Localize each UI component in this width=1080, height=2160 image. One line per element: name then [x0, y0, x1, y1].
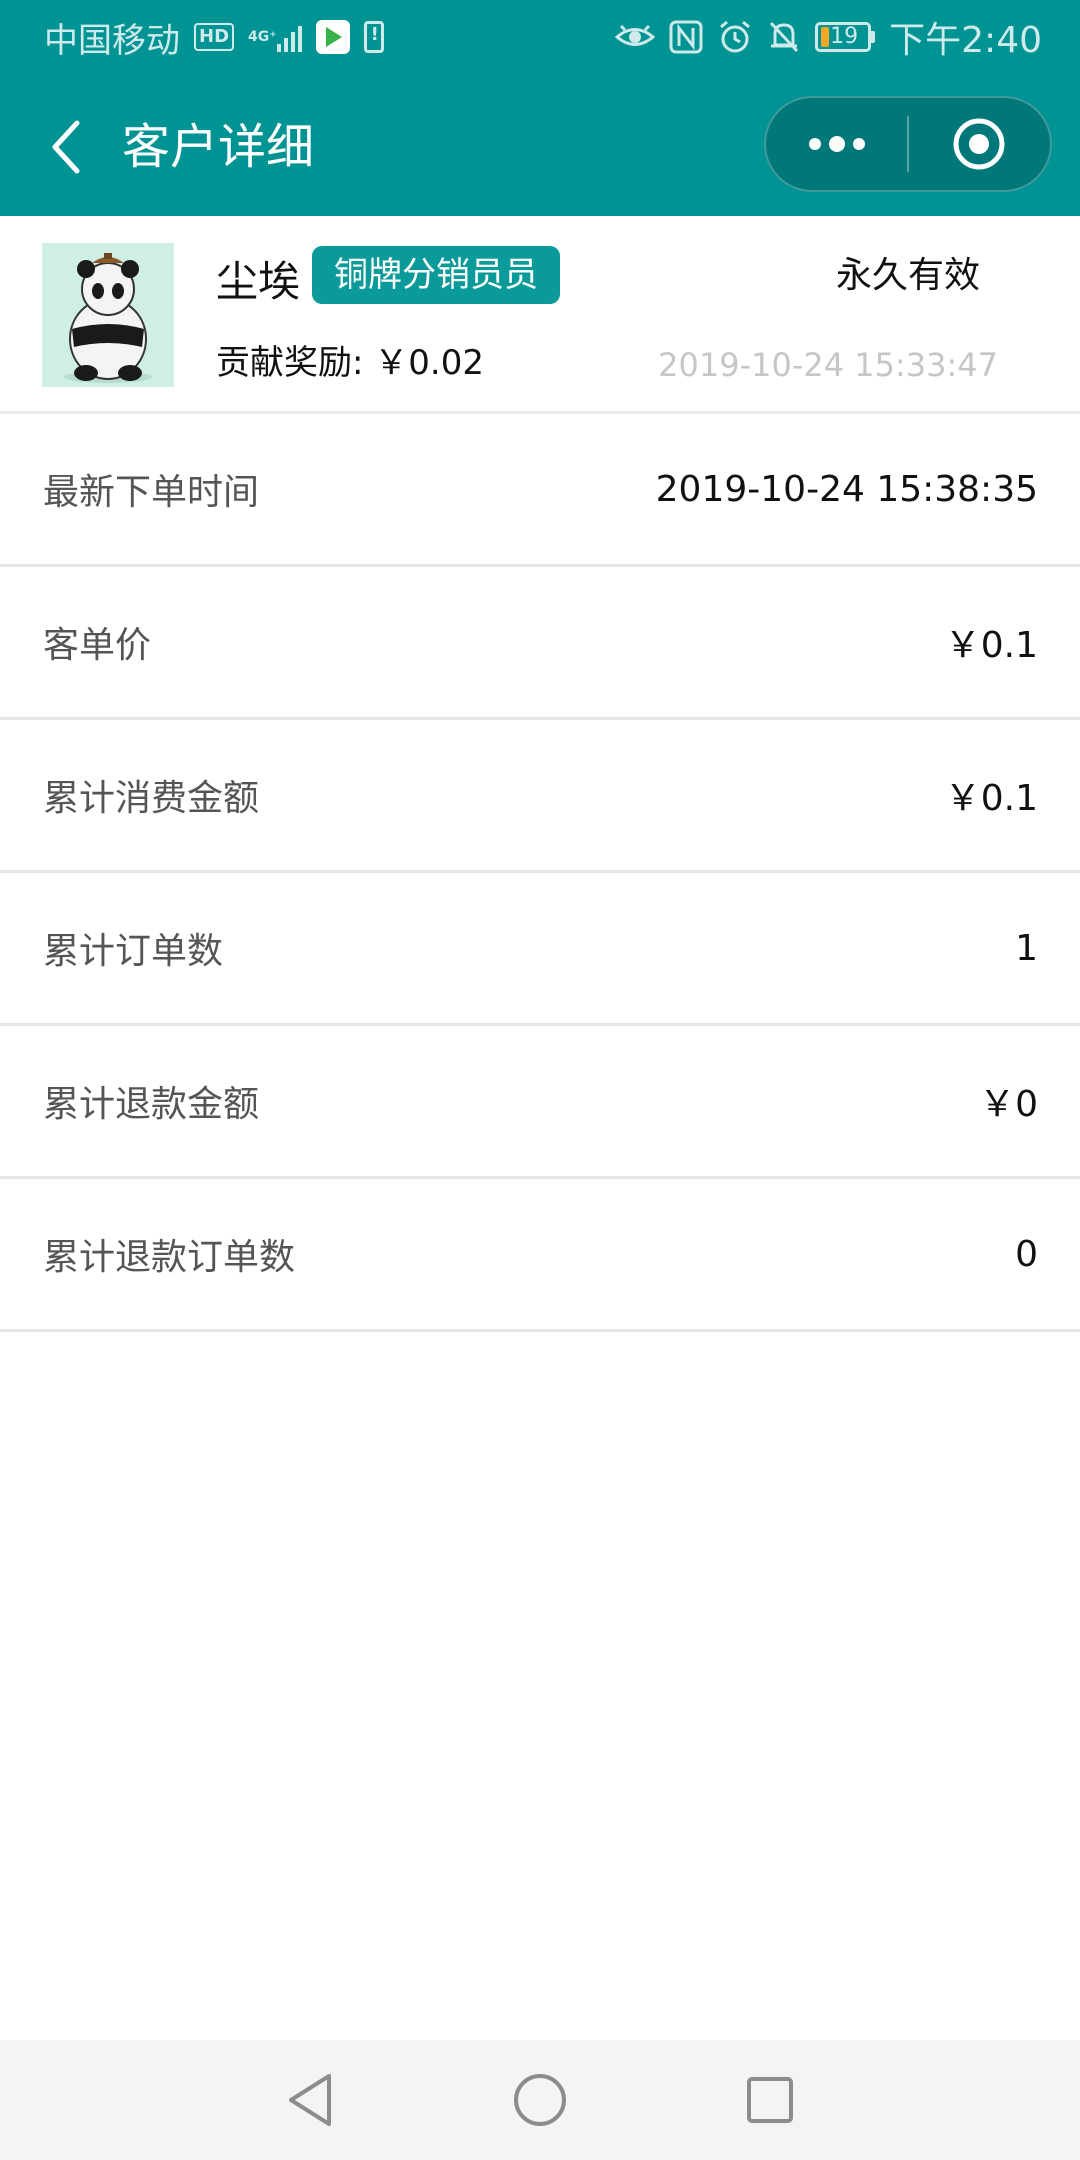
stat-value: ￥0.1: [944, 625, 1038, 666]
stat-label: 客单价: [43, 625, 152, 666]
app-icon: [315, 20, 350, 54]
title-bar: 客户详细: [0, 74, 1080, 216]
stat-label: 最新下单时间: [43, 472, 260, 513]
mute-bell-icon: [767, 19, 801, 55]
customer-detail-screen: 中国移动 HD 4G⁺ 19: [0, 0, 1080, 2160]
alarm-icon: [717, 19, 753, 55]
network-type: 4G⁺: [248, 29, 277, 45]
battery-icon: 19: [815, 22, 876, 52]
stat-label: 累计退款订单数: [43, 1237, 296, 1278]
status-right: 19 下午2:40: [615, 11, 1042, 63]
stat-row-total-spend: 累计消费金额 ￥0.1: [0, 720, 1080, 873]
hd-icon: HD: [194, 23, 235, 51]
more-button[interactable]: [766, 98, 907, 190]
avatar: [42, 243, 174, 387]
stat-label: 累计订单数: [43, 931, 224, 972]
system-nav-bar: [0, 2040, 1080, 2160]
circle-home-icon: [514, 2074, 566, 2126]
stats-list: 最新下单时间 2019-10-24 15:38:35 客单价 ￥0.1 累计消费…: [0, 414, 1080, 1332]
back-button[interactable]: [36, 112, 96, 182]
carrier-label: 中国移动: [44, 20, 180, 61]
distributor-level-badge: 铜牌分销员员: [312, 246, 560, 304]
nfc-icon: [669, 20, 703, 54]
nav-back-button[interactable]: [262, 2052, 358, 2148]
status-bar: 中国移动 HD 4G⁺ 19: [0, 0, 1080, 74]
triangle-back-icon: [289, 2074, 331, 2126]
chevron-left-icon: [52, 120, 80, 174]
stat-row-total-refund-amount: 累计退款金额 ￥0: [0, 1026, 1080, 1179]
reward-label: 贡献奖励:: [216, 343, 364, 383]
join-time: 2019-10-24 15:33:47: [658, 346, 998, 384]
eye-icon: [615, 22, 656, 52]
clock: 下午2:40: [889, 20, 1042, 61]
page-title: 客户详细: [122, 119, 315, 175]
stat-value: ￥0.1: [944, 778, 1038, 819]
stat-row-total-orders: 累计订单数 1: [0, 873, 1080, 1026]
reward-value: ￥0.02: [374, 343, 484, 383]
stat-value: 0: [1015, 1233, 1038, 1275]
miniprogram-capsule: [764, 96, 1052, 192]
more-dots-icon: [808, 136, 865, 152]
stat-label: 累计消费金额: [43, 778, 260, 819]
customer-card: 尘埃 铜牌分销员员 贡献奖励: ￥0.02 永久有效 2019-10-24 15…: [0, 216, 1080, 414]
battery-level: 19: [830, 24, 859, 49]
battery-alert-icon: [363, 21, 384, 53]
stat-value: ￥0: [979, 1084, 1038, 1125]
customer-name: 尘埃: [216, 257, 301, 306]
close-miniprogram-button[interactable]: [909, 98, 1050, 190]
square-recents-icon: [747, 2077, 793, 2123]
stat-label: 累计退款金额: [43, 1084, 260, 1125]
stat-row-average-order-value: 客单价 ￥0.1: [0, 567, 1080, 720]
status-left: 中国移动 HD 4G⁺: [44, 13, 384, 62]
stat-row-latest-order-time: 最新下单时间 2019-10-24 15:38:35: [0, 414, 1080, 567]
nav-recents-button[interactable]: [722, 2052, 818, 2148]
signal-icon: 4G⁺: [248, 22, 302, 52]
target-icon: [953, 118, 1005, 170]
validity-status: 永久有效: [835, 255, 980, 296]
stat-value: 1: [1015, 927, 1038, 969]
stat-row-total-refund-orders: 累计退款订单数 0: [0, 1179, 1080, 1332]
nav-home-button[interactable]: [492, 2052, 588, 2148]
stat-value: 2019-10-24 15:38:35: [655, 468, 1038, 510]
contribution-reward: 贡献奖励: ￥0.02: [216, 338, 484, 388]
